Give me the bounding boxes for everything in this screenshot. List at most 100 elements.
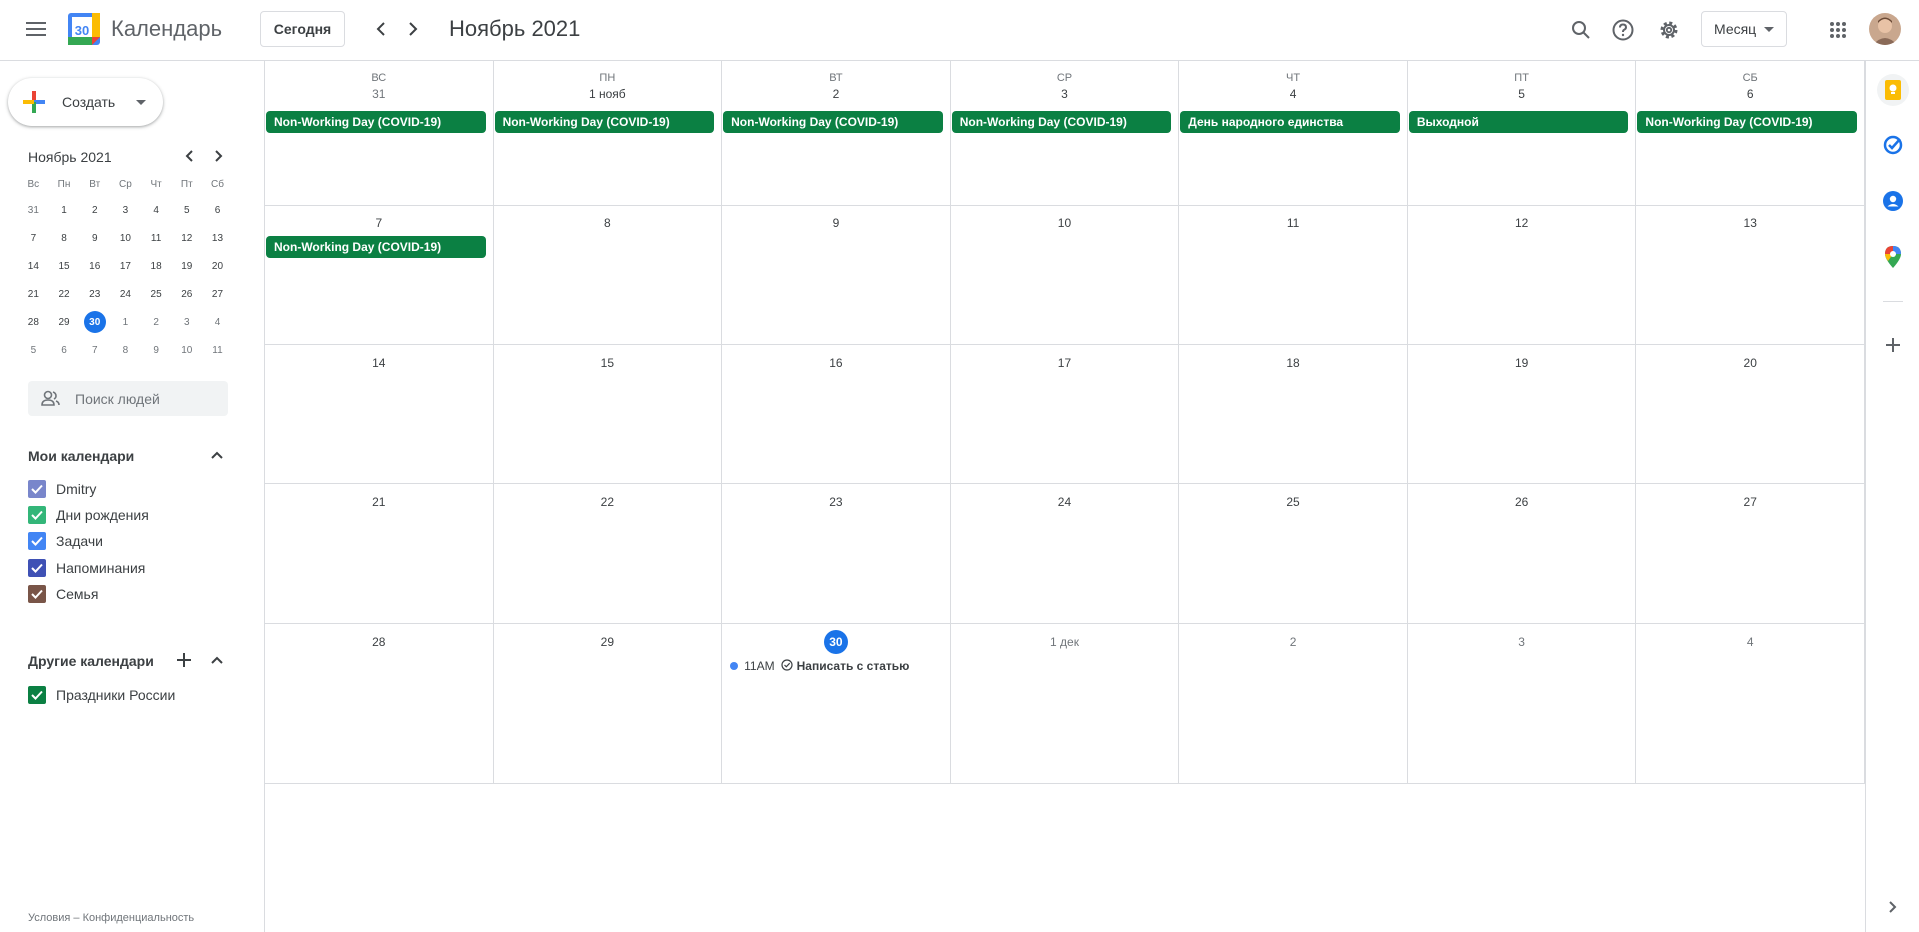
day-number[interactable]: 1 дек bbox=[951, 635, 1179, 649]
mini-calendar-day[interactable]: 18 bbox=[141, 252, 172, 280]
people-search-input[interactable]: Поиск людей bbox=[28, 381, 228, 416]
day-cell[interactable]: 1 дек bbox=[950, 624, 1180, 784]
mini-calendar-day[interactable]: 4 bbox=[141, 196, 172, 224]
day-cell[interactable]: 4 bbox=[1636, 624, 1865, 784]
all-day-event[interactable]: Non-Working Day (COVID-19) bbox=[951, 111, 1172, 133]
next-period-button[interactable] bbox=[397, 13, 429, 45]
mini-calendar-day[interactable]: 2 bbox=[79, 196, 110, 224]
day-number[interactable]: 8 bbox=[494, 216, 722, 230]
mini-calendar-day[interactable]: 8 bbox=[49, 224, 80, 252]
all-day-event[interactable]: Non-Working Day (COVID-19) bbox=[266, 111, 486, 133]
calendar-checkbox[interactable] bbox=[28, 558, 46, 577]
all-day-event[interactable]: День народного единства bbox=[1180, 111, 1400, 133]
mini-calendar-day[interactable]: 31 bbox=[18, 196, 49, 224]
calendar-item[interactable]: Праздники России bbox=[28, 682, 175, 708]
day-number[interactable]: 11 bbox=[1179, 216, 1407, 230]
mini-calendar-day[interactable]: 3 bbox=[171, 308, 202, 336]
calendar-item[interactable]: Дни рождения bbox=[28, 502, 149, 528]
day-number[interactable]: 14 bbox=[265, 356, 493, 370]
day-number[interactable]: 21 bbox=[265, 495, 493, 509]
day-cell[interactable]: 27 bbox=[1636, 484, 1865, 624]
day-cell[interactable]: 30 11AM Написать с статью bbox=[722, 624, 951, 784]
calendar-item[interactable]: Напоминания bbox=[28, 555, 145, 581]
mini-calendar-day[interactable]: 22 bbox=[49, 280, 80, 308]
timed-event[interactable]: 11AM Написать с статью bbox=[730, 657, 909, 675]
day-number[interactable]: 3 bbox=[1408, 635, 1636, 649]
day-number[interactable]: 12 bbox=[1408, 216, 1636, 230]
mini-calendar-day[interactable]: 6 bbox=[49, 336, 80, 364]
day-number[interactable]: 6 bbox=[1636, 87, 1864, 101]
day-number[interactable]: 19 bbox=[1408, 356, 1636, 370]
all-day-event[interactable]: Non-Working Day (COVID-19) bbox=[266, 236, 486, 258]
day-number[interactable]: 24 bbox=[951, 495, 1179, 509]
all-day-event[interactable]: Выходной bbox=[1408, 111, 1629, 133]
mini-calendar-day[interactable]: 24 bbox=[110, 280, 141, 308]
day-number[interactable]: 4 bbox=[1179, 87, 1407, 101]
day-cell[interactable]: 17 bbox=[950, 345, 1180, 484]
day-number[interactable]: 15 bbox=[494, 356, 722, 370]
search-button[interactable] bbox=[1563, 12, 1599, 48]
mini-calendar-day[interactable]: 25 bbox=[141, 280, 172, 308]
previous-period-button[interactable] bbox=[365, 13, 397, 45]
day-cell[interactable]: 22 bbox=[493, 484, 723, 624]
mini-calendar-day[interactable]: 23 bbox=[79, 280, 110, 308]
mini-calendar-day[interactable]: 30 bbox=[79, 308, 110, 336]
day-cell[interactable]: 12 bbox=[1407, 205, 1637, 345]
add-other-calendar-button[interactable] bbox=[170, 646, 198, 674]
mini-calendar-day[interactable]: 6 bbox=[202, 196, 233, 224]
day-number[interactable]: 7 bbox=[265, 216, 493, 230]
tasks-button[interactable] bbox=[1877, 129, 1909, 161]
all-day-event[interactable]: Non-Working Day (COVID-19) bbox=[1637, 111, 1857, 133]
day-number[interactable]: 18 bbox=[1179, 356, 1407, 370]
day-number[interactable]: 30 bbox=[722, 630, 950, 654]
day-cell[interactable]: 8 bbox=[493, 205, 723, 345]
mini-calendar-day[interactable]: 8 bbox=[110, 336, 141, 364]
settings-button[interactable] bbox=[1651, 12, 1687, 48]
day-cell[interactable]: ПН 1 нояб Non-Working Day (COVID-19) bbox=[493, 61, 723, 206]
mini-calendar-day[interactable]: 13 bbox=[202, 224, 233, 252]
day-cell[interactable]: 3 bbox=[1407, 624, 1637, 784]
day-cell[interactable]: 20 bbox=[1636, 345, 1865, 484]
mini-calendar-day[interactable]: 14 bbox=[18, 252, 49, 280]
mini-calendar-day[interactable]: 27 bbox=[202, 280, 233, 308]
calendar-checkbox[interactable] bbox=[28, 532, 46, 551]
mini-calendar-day[interactable]: 10 bbox=[110, 224, 141, 252]
mini-calendar-day[interactable]: 4 bbox=[202, 308, 233, 336]
day-cell[interactable]: 25 bbox=[1179, 484, 1408, 624]
day-cell[interactable]: 9 bbox=[722, 205, 951, 345]
mini-calendar-day[interactable]: 5 bbox=[171, 196, 202, 224]
mini-calendar-day[interactable]: 11 bbox=[141, 224, 172, 252]
mini-calendar-day[interactable]: 10 bbox=[171, 336, 202, 364]
mini-calendar-day[interactable]: 9 bbox=[79, 224, 110, 252]
calendar-checkbox[interactable] bbox=[28, 506, 46, 525]
mini-calendar-day[interactable]: 9 bbox=[141, 336, 172, 364]
keep-button[interactable] bbox=[1877, 74, 1909, 106]
day-number[interactable]: 25 bbox=[1179, 495, 1407, 509]
day-cell[interactable]: 24 bbox=[950, 484, 1180, 624]
mini-calendar-prev-button[interactable] bbox=[177, 144, 201, 168]
calendar-logo-icon[interactable]: 30 bbox=[68, 13, 100, 45]
contacts-button[interactable] bbox=[1877, 185, 1909, 217]
my-calendars-title[interactable]: Мои календари bbox=[28, 448, 134, 464]
day-cell[interactable]: ВС 31 Non-Working Day (COVID-19) bbox=[265, 61, 494, 206]
calendar-checkbox[interactable] bbox=[28, 584, 46, 603]
day-cell[interactable]: 13 bbox=[1636, 205, 1865, 345]
day-number[interactable]: 23 bbox=[722, 495, 950, 509]
day-cell[interactable]: 7 Non-Working Day (COVID-19) bbox=[265, 205, 494, 345]
get-addons-button[interactable] bbox=[1877, 329, 1909, 361]
day-cell[interactable]: 16 bbox=[722, 345, 951, 484]
day-cell[interactable]: 19 bbox=[1407, 345, 1637, 484]
calendar-item[interactable]: Dmitry bbox=[28, 476, 96, 502]
mini-calendar-day[interactable]: 11 bbox=[202, 336, 233, 364]
mini-calendar-day[interactable]: 26 bbox=[171, 280, 202, 308]
day-number[interactable]: 29 bbox=[494, 635, 722, 649]
other-calendars-collapse-button[interactable] bbox=[203, 646, 231, 674]
mini-calendar-day[interactable]: 5 bbox=[18, 336, 49, 364]
main-menu-button[interactable] bbox=[20, 13, 52, 45]
mini-calendar-day[interactable]: 19 bbox=[171, 252, 202, 280]
other-calendars-title[interactable]: Другие календари bbox=[28, 653, 154, 669]
day-number[interactable]: 4 bbox=[1636, 635, 1864, 649]
mini-calendar-day[interactable]: 21 bbox=[18, 280, 49, 308]
day-number[interactable]: 5 bbox=[1408, 87, 1636, 101]
calendar-checkbox[interactable] bbox=[28, 480, 46, 498]
